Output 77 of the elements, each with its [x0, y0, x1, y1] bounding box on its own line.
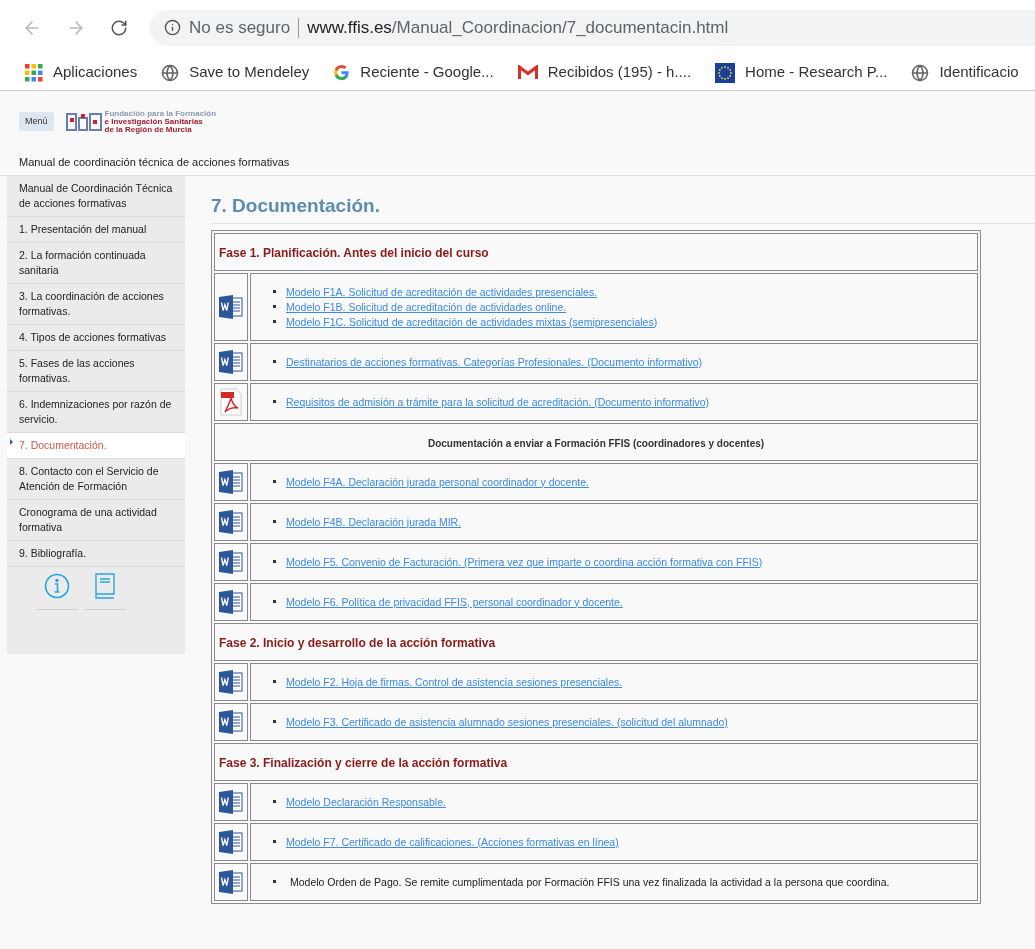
url-text: www.ffis.es/Manual_Coordinacion/7_documentacin.html — [307, 16, 729, 39]
document-link[interactable]: Modelo F4A. Declaración jurada personal coordinador y docente. — [286, 474, 589, 489]
word-document-icon — [218, 668, 244, 695]
document-link[interactable]: Modelo F1C. Solicitud de acreditación de actividades mixtas (semipresenciales) — [286, 314, 658, 329]
document-link[interactable]: Modelo F2. Hoja de firmas. Control de asistencia sesiones presenciales. — [286, 674, 623, 689]
mail-icon — [517, 65, 538, 80]
sidebar-item[interactable]: Manual de Coordinación Técnica de acciones formativas — [7, 176, 185, 217]
sidebar-item[interactable]: 8. Contacto con el Servicio de Atención de Formación — [7, 459, 185, 500]
sidebar-item[interactable]: 4. Tipos de acciones formativas — [7, 325, 185, 351]
phase-heading: Fase 2. Inicio y desarrollo de la acción formativa — [219, 635, 496, 650]
bookmark-item[interactable]: Home - Research P... — [715, 61, 888, 84]
document-link[interactable]: Modelo F4B. Declaración jurada MIR. — [286, 514, 462, 529]
document-link[interactable]: Modelo F6. Política de privacidad FFIS, personal coordinador y docente. — [286, 594, 623, 609]
bullet-icon — [273, 720, 276, 723]
document-description: Modelo Orden de Pago. Se remite cumplimentada por Formación FFIS una vez finalizada la actividad a la persona que coordina. — [290, 874, 890, 889]
bookmark-item[interactable]: Identificacio — [911, 61, 1019, 84]
address-bar[interactable]: No es seguro www.ffis.es/Manual_Coordinacion/7_documentacin.html — [150, 9, 1035, 46]
bullet-icon — [273, 880, 276, 883]
word-document-icon — [218, 508, 244, 535]
bullet-icon — [273, 320, 276, 323]
info-icon[interactable] — [44, 573, 70, 599]
bullet-icon — [273, 560, 276, 563]
sidebar-item[interactable]: 5. Fases de las acciones formativas. — [7, 351, 185, 392]
bookmark-item[interactable]: Aplicaciones — [25, 61, 138, 84]
phase-heading: Fase 1. Planificación. Antes del inicio del curso — [219, 245, 489, 260]
sidebar-item[interactable]: 1. Presentación del manual — [7, 217, 185, 243]
menu-button[interactable]: Menú — [19, 111, 54, 132]
bookmark-item[interactable]: Reciente - Google... — [333, 61, 494, 84]
sidebar-item[interactable]: 3. La coordinación de acciones formativas. — [7, 284, 185, 325]
bullet-icon — [273, 360, 276, 363]
bullet-icon — [273, 290, 276, 293]
reload-button[interactable] — [110, 18, 128, 37]
word-document-icon — [218, 548, 244, 575]
section-subheading: Documentación a enviar a Formación FFIS (coordinadores y docentes) — [427, 437, 765, 449]
logo-text: e Investigación Sanitarias — [104, 117, 204, 126]
sidebar-item[interactable]: 9. Bibliografía. — [7, 541, 185, 567]
security-label: No es seguro — [189, 16, 291, 39]
bookmark-item[interactable]: Save to Mendeley — [161, 61, 310, 84]
bullet-icon — [273, 305, 276, 308]
sidebar-item[interactable]: 7. Documentación. — [7, 433, 185, 459]
logo-mark-icon — [65, 111, 102, 132]
g-logo-icon — [333, 64, 351, 81]
word-document-icon — [218, 868, 244, 895]
word-document-icon — [218, 828, 244, 855]
logo-text: Fundación para la Formación — [104, 109, 217, 118]
globe-icon — [911, 63, 930, 82]
globe-icon — [161, 63, 180, 82]
page-title: 7. Documentación. — [211, 194, 380, 218]
word-document-icon — [218, 588, 244, 615]
word-document-icon — [218, 293, 244, 320]
word-document-icon — [218, 348, 244, 375]
pdf-document-icon — [219, 387, 243, 416]
word-document-icon — [218, 468, 244, 495]
info-icon — [164, 19, 181, 36]
bullet-icon — [273, 840, 276, 843]
sidebar-item[interactable]: 2. La formación continuada sanitaria — [7, 243, 185, 284]
bullet-icon — [273, 680, 276, 683]
bullet-icon — [273, 400, 276, 403]
phase-heading: Fase 3. Finalización y cierre de la acción formativa — [219, 755, 508, 770]
ebook-icon[interactable] — [94, 573, 116, 599]
document-link[interactable]: Modelo F1B. Solicitud de acreditación de actividades online. — [286, 299, 567, 314]
bookmark-item[interactable]: Recibidos (195) - h.... — [517, 61, 692, 84]
logo-text: de la Región de Murcia — [104, 125, 193, 134]
bullet-icon — [273, 520, 276, 523]
bullet-icon — [273, 800, 276, 803]
apps-grid-icon — [25, 63, 43, 82]
star-flag-icon — [715, 62, 736, 83]
document-link[interactable]: Modelo F1A. Solicitud de acreditación de actividades presenciales. — [286, 284, 598, 299]
breadcrumb-text: Manual de coordinación técnica de acciones formativas — [19, 156, 290, 168]
sidebar-item[interactable]: Cronograma de una actividad formativa — [7, 500, 185, 541]
bullet-icon — [273, 480, 276, 483]
bullet-icon — [273, 600, 276, 603]
document-link[interactable]: Modelo Declaración Responsable. — [286, 794, 446, 809]
document-link[interactable]: Modelo F7. Certificado de calificaciones. (Acciones formativas en línea) — [286, 834, 619, 849]
word-document-icon — [218, 788, 244, 815]
selected-marker-icon — [10, 439, 13, 445]
word-document-icon — [218, 708, 244, 735]
